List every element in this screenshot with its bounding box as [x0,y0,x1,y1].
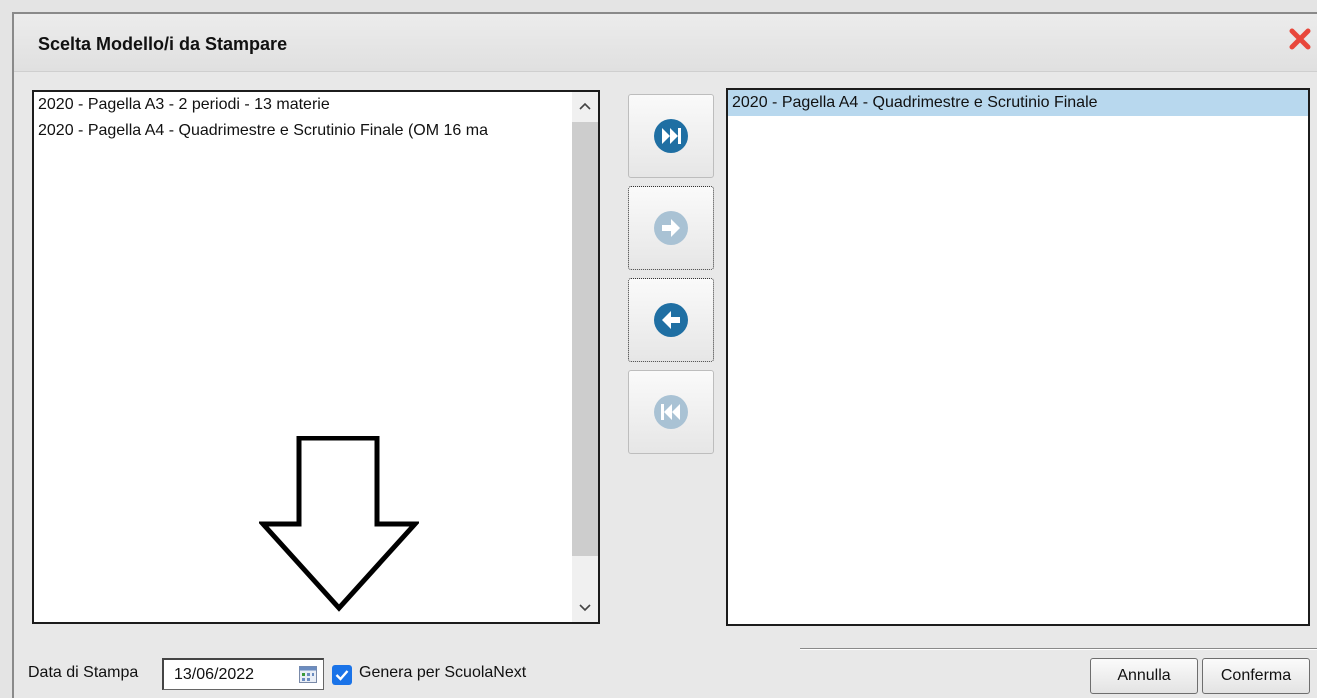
print-date-field[interactable]: 13/06/2022 [162,658,324,690]
scuolanext-checkbox[interactable] [332,665,352,685]
calendar-icon[interactable] [299,666,317,683]
list-item[interactable]: 2020 - Pagella A4 - Quadrimestre e Scrut… [34,118,598,144]
scroll-thumb[interactable] [572,122,598,556]
move-all-right-button[interactable] [628,94,714,178]
separator [800,648,1317,650]
close-button[interactable] [1287,26,1313,52]
confirm-button[interactable]: Conferma [1202,658,1310,694]
selected-models-list[interactable]: 2020 - Pagella A4 - Quadrimestre e Scrut… [726,88,1310,626]
print-date-label: Data di Stampa [28,664,139,681]
checkmark-icon [335,670,349,681]
print-date-value: 13/06/2022 [174,666,255,683]
list-item[interactable]: 2020 - Pagella A3 - 2 periodi - 13 mater… [34,92,598,118]
move-all-right-icon [654,119,688,153]
move-all-left-icon [654,395,688,429]
scroll-down-button[interactable] [572,594,598,622]
chevron-down-icon [579,604,591,612]
move-right-button[interactable] [628,186,714,270]
scuolanext-checkbox-label[interactable]: Genera per ScuolaNext [359,664,526,682]
dialog-content: 2020 - Pagella A3 - 2 periodi - 13 mater… [14,72,1317,698]
vertical-scrollbar[interactable] [572,92,598,622]
footer-bar: Data di Stampa 13/06/2022 Genera per Scu… [14,652,1317,698]
move-all-left-button[interactable] [628,370,714,454]
dialog-frame: Scelta Modello/i da Stampare 2020 - Page… [12,12,1317,698]
dialog-title: Scelta Modello/i da Stampare [38,34,288,54]
list-item[interactable]: 2020 - Pagella A4 - Quadrimestre e Scrut… [728,90,1308,116]
chevron-up-icon [579,102,591,110]
dialog-window: Scelta Modello/i da Stampare 2020 - Page… [0,0,1317,698]
cancel-button[interactable]: Annulla [1090,658,1198,694]
scroll-up-button[interactable] [572,92,598,120]
move-left-button[interactable] [628,278,714,362]
move-left-icon [654,303,688,337]
move-right-icon [654,211,688,245]
title-bar[interactable]: Scelta Modello/i da Stampare [14,14,1317,72]
close-icon [1289,28,1311,50]
down-arrow-annotation-icon [259,436,419,612]
